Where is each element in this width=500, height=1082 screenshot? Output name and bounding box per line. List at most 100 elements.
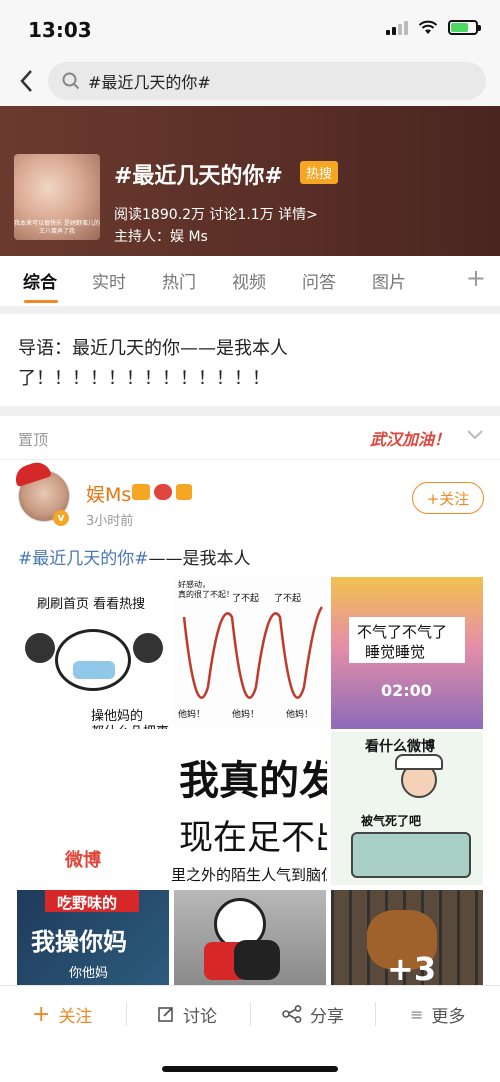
post-image-8[interactable]: +3	[331, 890, 483, 985]
image-4-line-3: 里之外的陌生人气到脑仁	[171, 866, 327, 884]
status-time: 13:03	[28, 18, 92, 42]
follow-button[interactable]: +关注	[412, 482, 484, 514]
active-tab-indicator	[24, 300, 58, 303]
chevron-left-icon	[20, 70, 32, 92]
thumbnail-caption: 我本来可以很快乐 是她野蛮儿的王八蛋弄了我	[14, 220, 100, 235]
image-5-top-text: 看什么微博	[365, 739, 435, 755]
search-input[interactable]: #最近几天的你#	[48, 62, 486, 100]
panda-ear-icon	[25, 633, 55, 663]
member-icon	[132, 484, 150, 500]
tab-hot[interactable]: 热门	[162, 268, 196, 293]
post-text: #最近几天的你#——是我本人	[18, 544, 251, 569]
topic-intro: 导语：最近几天的你——是我本人 了！！！！！！！！！！！！！	[0, 314, 500, 406]
panda-ear-icon	[133, 633, 163, 663]
intro-line-1: 导语：最近几天的你——是我本人	[18, 338, 288, 359]
divider	[126, 1002, 127, 1026]
author-badges	[132, 484, 192, 500]
image-1-bottom-text-2: 都什么几把事	[91, 721, 169, 729]
image-6-line-3: 你他妈	[69, 966, 109, 981]
intro-line-2: 了！！！！！！！！！！！！！	[18, 368, 270, 389]
level-icon	[176, 484, 192, 500]
heart-icon	[154, 484, 172, 500]
image-2-label-2: 了不起	[274, 594, 302, 604]
divider	[375, 1002, 376, 1026]
post-image-3[interactable]: 不气了不气了 睡觉睡觉 02:00	[331, 577, 483, 729]
wifi-icon	[418, 20, 438, 34]
post-image-grid: 刷刷首页 看看热搜 操他妈的 都什么几把事 好感动， 真的很了不起！ 了不起 了…	[17, 577, 483, 985]
wuhan-banner: 武汉加油！	[370, 430, 451, 449]
image-2-bottom-3: 他妈！	[286, 710, 314, 720]
image-1-top-text: 刷刷首页 看看热搜	[37, 597, 146, 612]
status-icons	[386, 20, 481, 35]
image-2-bottom-1: 他妈！	[178, 710, 206, 720]
pinned-header: 置顶 武汉加油！	[0, 416, 500, 460]
topic-host: 主持人：娱 Ms	[114, 229, 208, 245]
tab-realtime[interactable]: 实时	[92, 268, 126, 293]
tab-video[interactable]: 视频	[232, 268, 266, 293]
image-5-mid-text: 被气死了吧	[361, 814, 422, 828]
bed-icon	[351, 832, 471, 878]
post-image-5[interactable]: 看什么微博 被气死了吧	[331, 732, 483, 885]
topic-tabs: 综合 实时 热门 视频 问答 图片 +	[0, 256, 500, 306]
image-6-line-2: 我操你妈	[31, 928, 127, 956]
doctor-cap-icon	[395, 754, 443, 770]
tab-comprehensive[interactable]: 综合	[23, 268, 57, 293]
post-image-1[interactable]: 刷刷首页 看看热搜 操他妈的 都什么几把事	[17, 577, 169, 729]
post-header: v 娱Ms 3小时前 +关注	[0, 458, 500, 536]
divider	[0, 406, 500, 416]
signal-icon	[386, 20, 408, 35]
more-button[interactable]: ≡ 更多	[410, 1002, 466, 1027]
topic-banner: 我本来可以很快乐 是她野蛮儿的王八蛋弄了我 #最近几天的你# 热搜 阅读1890…	[0, 106, 500, 256]
image-2-bottom-2: 他妈！	[232, 710, 260, 720]
tab-qa[interactable]: 问答	[302, 268, 336, 293]
image-6-line-1: 吃野味的	[57, 894, 118, 912]
image-2-top-text-2: 真的很了不起！	[178, 590, 234, 599]
topic-stats[interactable]: 阅读1890.2万 讨论1.1万 详情>	[114, 204, 318, 224]
image-3-top-text: 不气了不气了	[357, 623, 448, 641]
image-2-label-1: 了不起	[232, 594, 260, 604]
divider	[250, 1002, 251, 1026]
image-4-line-1: 我真的发	[179, 758, 327, 804]
battery-icon	[448, 20, 481, 35]
home-indicator[interactable]	[162, 1066, 338, 1072]
menu-icon: ≡	[410, 1004, 424, 1024]
hot-search-badge: 热搜	[300, 161, 339, 184]
discuss-button[interactable]: 讨论	[157, 1002, 217, 1027]
search-icon	[62, 72, 80, 90]
discuss-label: 讨论	[183, 1006, 217, 1027]
search-header: #最近几天的你#	[0, 56, 500, 106]
image-3-time: 02:00	[381, 681, 432, 700]
divider	[0, 306, 500, 314]
post-image-6[interactable]: 吃野味的 我操你妈 你他妈	[17, 890, 169, 985]
tab-images[interactable]: 图片	[372, 268, 406, 293]
follow-action-label: 关注	[58, 1006, 93, 1027]
edit-icon	[158, 1007, 173, 1022]
plus-icon[interactable]: +	[466, 264, 486, 292]
follow-action-button[interactable]: + 关注	[32, 1001, 93, 1027]
weibo-logo: 微博	[65, 850, 101, 871]
post-text-rest: ——是我本人	[148, 549, 251, 569]
topic-thumbnail[interactable]: 我本来可以很快乐 是她野蛮儿的王八蛋弄了我	[14, 154, 100, 240]
author-name[interactable]: 娱Ms	[86, 480, 131, 507]
mask-icon	[73, 661, 115, 679]
plus-icon: +	[32, 1001, 51, 1027]
post-hashtag[interactable]: #最近几天的你#	[18, 549, 149, 569]
status-bar: 13:03	[0, 0, 500, 56]
panda-body-icon	[234, 940, 280, 980]
chevron-down-icon[interactable]	[466, 424, 484, 448]
more-label: 更多	[431, 1006, 466, 1027]
post-image-4[interactable]: 我真的发 现在足不出 里之外的陌生人气到脑仁 微博	[17, 732, 327, 885]
more-images-count: +3	[387, 950, 437, 985]
share-icon	[282, 1005, 302, 1023]
back-button[interactable]	[12, 64, 40, 98]
post-image-7[interactable]	[174, 890, 326, 985]
verified-icon: v	[53, 510, 69, 526]
image-3-top-text-2: 睡觉睡觉	[365, 643, 426, 661]
share-label: 分享	[310, 1006, 344, 1027]
share-button[interactable]: 分享	[282, 1002, 344, 1027]
topic-title: #最近几天的你#	[114, 164, 283, 189]
post-image-2[interactable]: 好感动， 真的很了不起！ 了不起 了不起 他妈！ 他妈！ 他妈！	[174, 577, 326, 729]
panda-face-icon	[55, 629, 131, 691]
image-4-line-2: 现在足不出	[179, 818, 327, 858]
pinned-label: 置顶	[18, 431, 49, 449]
